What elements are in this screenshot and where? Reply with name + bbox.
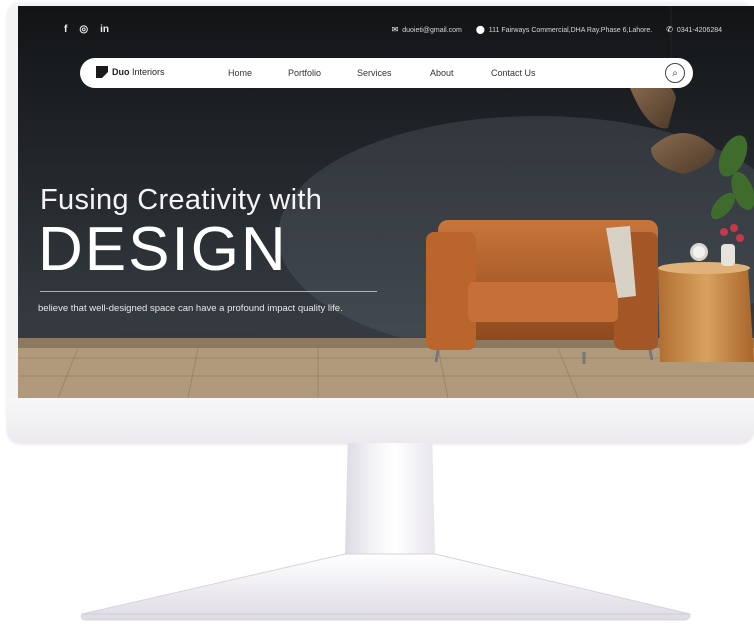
brand-name-bold: Duo: [112, 67, 130, 77]
phone-text: 0341-4206284: [676, 27, 722, 34]
brand-logo-mark: [96, 66, 108, 78]
email-contact[interactable]: ✉ duoieti@gmail.com: [392, 25, 462, 34]
facebook-icon[interactable]: f: [64, 24, 67, 35]
nav-link-portfolio[interactable]: Portfolio: [288, 68, 321, 78]
phone-icon: ✆: [666, 25, 673, 34]
address-text: 111 Fairways Commercial,DHA Ray.Phase 6,…: [488, 27, 653, 34]
search-icon: ⌕: [672, 67, 678, 79]
hero-title: DESIGN: [38, 215, 288, 284]
nav-link-contact[interactable]: Contact Us: [491, 68, 536, 78]
hero-subtitle: Fusing Creativity with: [40, 184, 323, 216]
top-info-bar: f ◎ in ✉ duoieti@gmail.com ⬤ 111 Fairway…: [18, 6, 754, 50]
nav-link-services[interactable]: Services: [357, 68, 392, 78]
contact-info: ✉ duoieti@gmail.com ⬤ 111 Fairways Comme…: [392, 25, 722, 34]
monitor-stand-neck: [345, 443, 435, 555]
search-button[interactable]: ⌕: [665, 63, 685, 83]
hero-tagline: believe that well-designed space can hav…: [38, 303, 343, 314]
linkedin-icon[interactable]: in: [100, 24, 109, 35]
social-links: f ◎ in: [64, 24, 109, 35]
brand-logo[interactable]: Duo Interiors: [96, 66, 165, 78]
address-contact: ⬤ 111 Fairways Commercial,DHA Ray.Phase …: [476, 25, 652, 34]
nav-link-home[interactable]: Home: [228, 68, 252, 78]
brand-name-rest: Interiors: [129, 67, 165, 77]
main-navbar: Duo Interiors Home Portfolio Services Ab…: [80, 58, 693, 88]
email-text: duoieti@gmail.com: [402, 27, 462, 34]
monitor-screen: f ◎ in ✉ duoieti@gmail.com ⬤ 111 Fairway…: [18, 6, 754, 398]
location-pin-icon: ⬤: [475, 25, 485, 34]
nav-link-about[interactable]: About: [430, 68, 454, 78]
mail-icon: ✉: [391, 25, 399, 34]
hero-divider: [40, 291, 377, 292]
monitor-stand-base: [81, 553, 691, 621]
monitor-chin: [7, 398, 754, 443]
phone-contact[interactable]: ✆ 0341-4206284: [666, 25, 722, 34]
instagram-icon[interactable]: ◎: [79, 24, 88, 35]
